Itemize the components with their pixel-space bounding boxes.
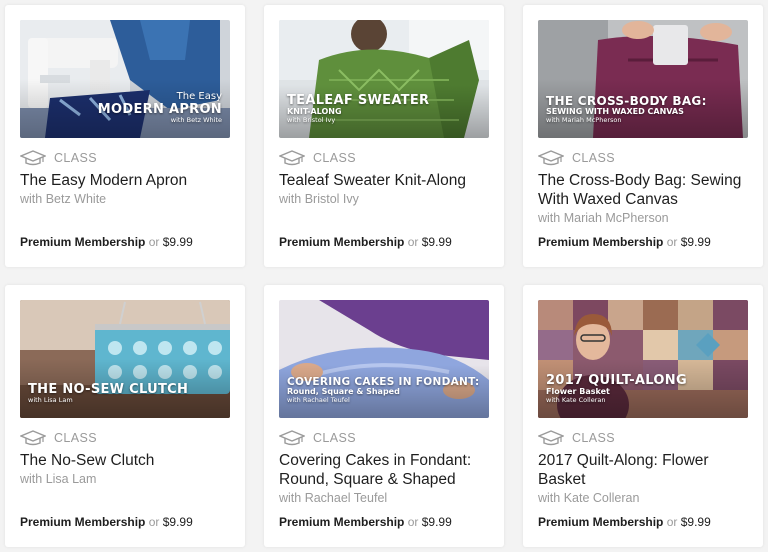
thumbnail-caption-sub: Flower Basket <box>546 386 610 396</box>
class-title-block[interactable]: Covering Cakes in Fondant: Round, Square… <box>279 451 494 507</box>
class-card[interactable]: The Easy MODERN APRON with Betz White CL… <box>5 5 245 267</box>
graduation-cap-icon <box>538 150 564 166</box>
class-thumbnail[interactable]: 2017 QUILT-ALONG Flower Basket with Kate… <box>538 300 748 418</box>
class-title[interactable]: The Easy Modern Apron <box>20 171 235 190</box>
instructor-name: with Mariah McPherson <box>538 211 669 225</box>
price-value: $9.99 <box>680 515 711 529</box>
price-value: $9.99 <box>421 515 452 529</box>
class-title-block[interactable]: The No-Sew Clutch with Lisa Lam <box>20 451 235 488</box>
graduation-cap-icon <box>20 150 46 166</box>
thumbnail-caption-by: with Rachael Teufel <box>287 396 350 405</box>
thumbnail-caption-main: 2017 QUILT-ALONG <box>546 373 687 389</box>
class-grid: The Easy MODERN APRON with Betz White CL… <box>0 0 768 552</box>
or-text: or <box>404 235 422 249</box>
class-title[interactable]: The No-Sew Clutch <box>20 451 235 470</box>
class-title-block[interactable]: The Easy Modern Apron with Betz White <box>20 171 235 208</box>
price-line: Premium Membership or $9.99 <box>538 515 711 529</box>
thumbnail-caption: 2017 QUILT-ALONG Flower Basket with Kate… <box>546 374 687 404</box>
class-card[interactable]: TEALEAF SWEATER KNIT-ALONG with Bristol … <box>264 5 504 267</box>
badge-label: CLASS <box>572 431 615 445</box>
class-title[interactable]: Covering Cakes in Fondant: Round, Square… <box>279 451 494 489</box>
thumbnail-caption-main: THE NO-SEW CLUTCH <box>28 381 189 397</box>
thumbnail-caption-sub: SEWING WITH WAXED CANVAS <box>546 106 684 116</box>
price-line: Premium Membership or $9.99 <box>20 235 193 249</box>
graduation-cap-icon <box>279 150 305 166</box>
or-text: or <box>145 515 163 529</box>
or-text: or <box>663 235 681 249</box>
class-badge: CLASS <box>538 429 615 447</box>
price-line: Premium Membership or $9.99 <box>538 235 711 249</box>
price-value: $9.99 <box>162 235 193 249</box>
thumbnail-caption-main: MODERN APRON <box>97 101 222 117</box>
class-card[interactable]: COVERING CAKES IN FONDANT: Round, Square… <box>264 285 504 547</box>
thumbnail-caption: TEALEAF SWEATER KNIT-ALONG with Bristol … <box>287 94 429 124</box>
class-card[interactable]: 2017 QUILT-ALONG Flower Basket with Kate… <box>523 285 763 547</box>
membership-label: Premium Membership <box>279 235 405 249</box>
thumbnail-caption: COVERING CAKES IN FONDANT: Round, Square… <box>287 376 480 405</box>
thumbnail-caption-by: with Kate Colleran <box>546 396 606 405</box>
membership-label: Premium Membership <box>20 235 146 249</box>
or-text: or <box>404 515 422 529</box>
class-badge: CLASS <box>279 429 356 447</box>
class-title[interactable]: Tealeaf Sweater Knit-Along <box>279 171 494 190</box>
badge-label: CLASS <box>54 431 97 445</box>
graduation-cap-icon <box>538 430 564 446</box>
thumbnail-caption-by: with Bristol Ivy <box>287 116 336 125</box>
graduation-cap-icon <box>279 430 305 446</box>
instructor-name: with Lisa Lam <box>20 472 97 486</box>
price-line: Premium Membership or $9.99 <box>20 515 193 529</box>
class-card[interactable]: THE NO-SEW CLUTCH with Lisa Lam CLASS Th… <box>5 285 245 547</box>
price-value: $9.99 <box>162 515 193 529</box>
class-thumbnail[interactable]: THE NO-SEW CLUTCH with Lisa Lam <box>20 300 230 418</box>
class-title[interactable]: The Cross-Body Bag: Sewing With Waxed Ca… <box>538 171 753 209</box>
class-thumbnail[interactable]: TEALEAF SWEATER KNIT-ALONG with Bristol … <box>279 20 489 138</box>
badge-label: CLASS <box>313 151 356 165</box>
thumbnail-caption-by: with Betz White <box>170 116 222 125</box>
class-thumbnail[interactable]: THE CROSS-BODY BAG: SEWING WITH WAXED CA… <box>538 20 748 138</box>
class-title[interactable]: 2017 Quilt-Along: Flower Basket <box>538 451 753 489</box>
thumbnail-caption-sub: KNIT-ALONG <box>287 106 342 116</box>
class-badge: CLASS <box>538 149 615 167</box>
thumbnail-caption: The Easy MODERN APRON with Betz White <box>98 92 222 124</box>
class-badge: CLASS <box>20 429 97 447</box>
instructor-name: with Rachael Teufel <box>279 491 388 505</box>
class-title-block[interactable]: 2017 Quilt-Along: Flower Basket with Kat… <box>538 451 753 507</box>
price-line: Premium Membership or $9.99 <box>279 235 452 249</box>
graduation-cap-icon <box>20 430 46 446</box>
price-value: $9.99 <box>680 235 711 249</box>
thumbnail-caption-main: TEALEAF SWEATER <box>287 93 430 109</box>
badge-label: CLASS <box>54 151 97 165</box>
class-title-block[interactable]: The Cross-Body Bag: Sewing With Waxed Ca… <box>538 171 753 227</box>
thumbnail-caption-sub: Round, Square & Shaped <box>287 386 400 396</box>
class-title-block[interactable]: Tealeaf Sweater Knit-Along with Bristol … <box>279 171 494 208</box>
thumbnail-caption-by: with Mariah McPherson <box>546 116 622 125</box>
class-card[interactable]: THE CROSS-BODY BAG: SEWING WITH WAXED CA… <box>523 5 763 267</box>
instructor-name: with Betz White <box>20 192 107 206</box>
membership-label: Premium Membership <box>538 515 664 529</box>
thumbnail-caption-main: THE CROSS-BODY BAG: <box>546 94 707 109</box>
class-badge: CLASS <box>20 149 97 167</box>
membership-label: Premium Membership <box>20 515 146 529</box>
class-thumbnail[interactable]: The Easy MODERN APRON with Betz White <box>20 20 230 138</box>
thumbnail-caption-by: with Lisa Lam <box>28 396 73 405</box>
membership-label: Premium Membership <box>538 235 664 249</box>
thumbnail-caption-top: The Easy <box>176 91 222 103</box>
instructor-name: with Bristol Ivy <box>279 192 359 206</box>
class-badge: CLASS <box>279 149 356 167</box>
thumbnail-caption: THE CROSS-BODY BAG: SEWING WITH WAXED CA… <box>546 95 707 124</box>
badge-label: CLASS <box>313 431 356 445</box>
instructor-name: with Kate Colleran <box>538 491 640 505</box>
thumbnail-caption: THE NO-SEW CLUTCH with Lisa Lam <box>28 381 189 405</box>
membership-label: Premium Membership <box>279 515 405 529</box>
or-text: or <box>663 515 681 529</box>
class-thumbnail[interactable]: COVERING CAKES IN FONDANT: Round, Square… <box>279 300 489 418</box>
badge-label: CLASS <box>572 151 615 165</box>
or-text: or <box>145 235 163 249</box>
price-value: $9.99 <box>421 235 452 249</box>
price-line: Premium Membership or $9.99 <box>279 515 452 529</box>
